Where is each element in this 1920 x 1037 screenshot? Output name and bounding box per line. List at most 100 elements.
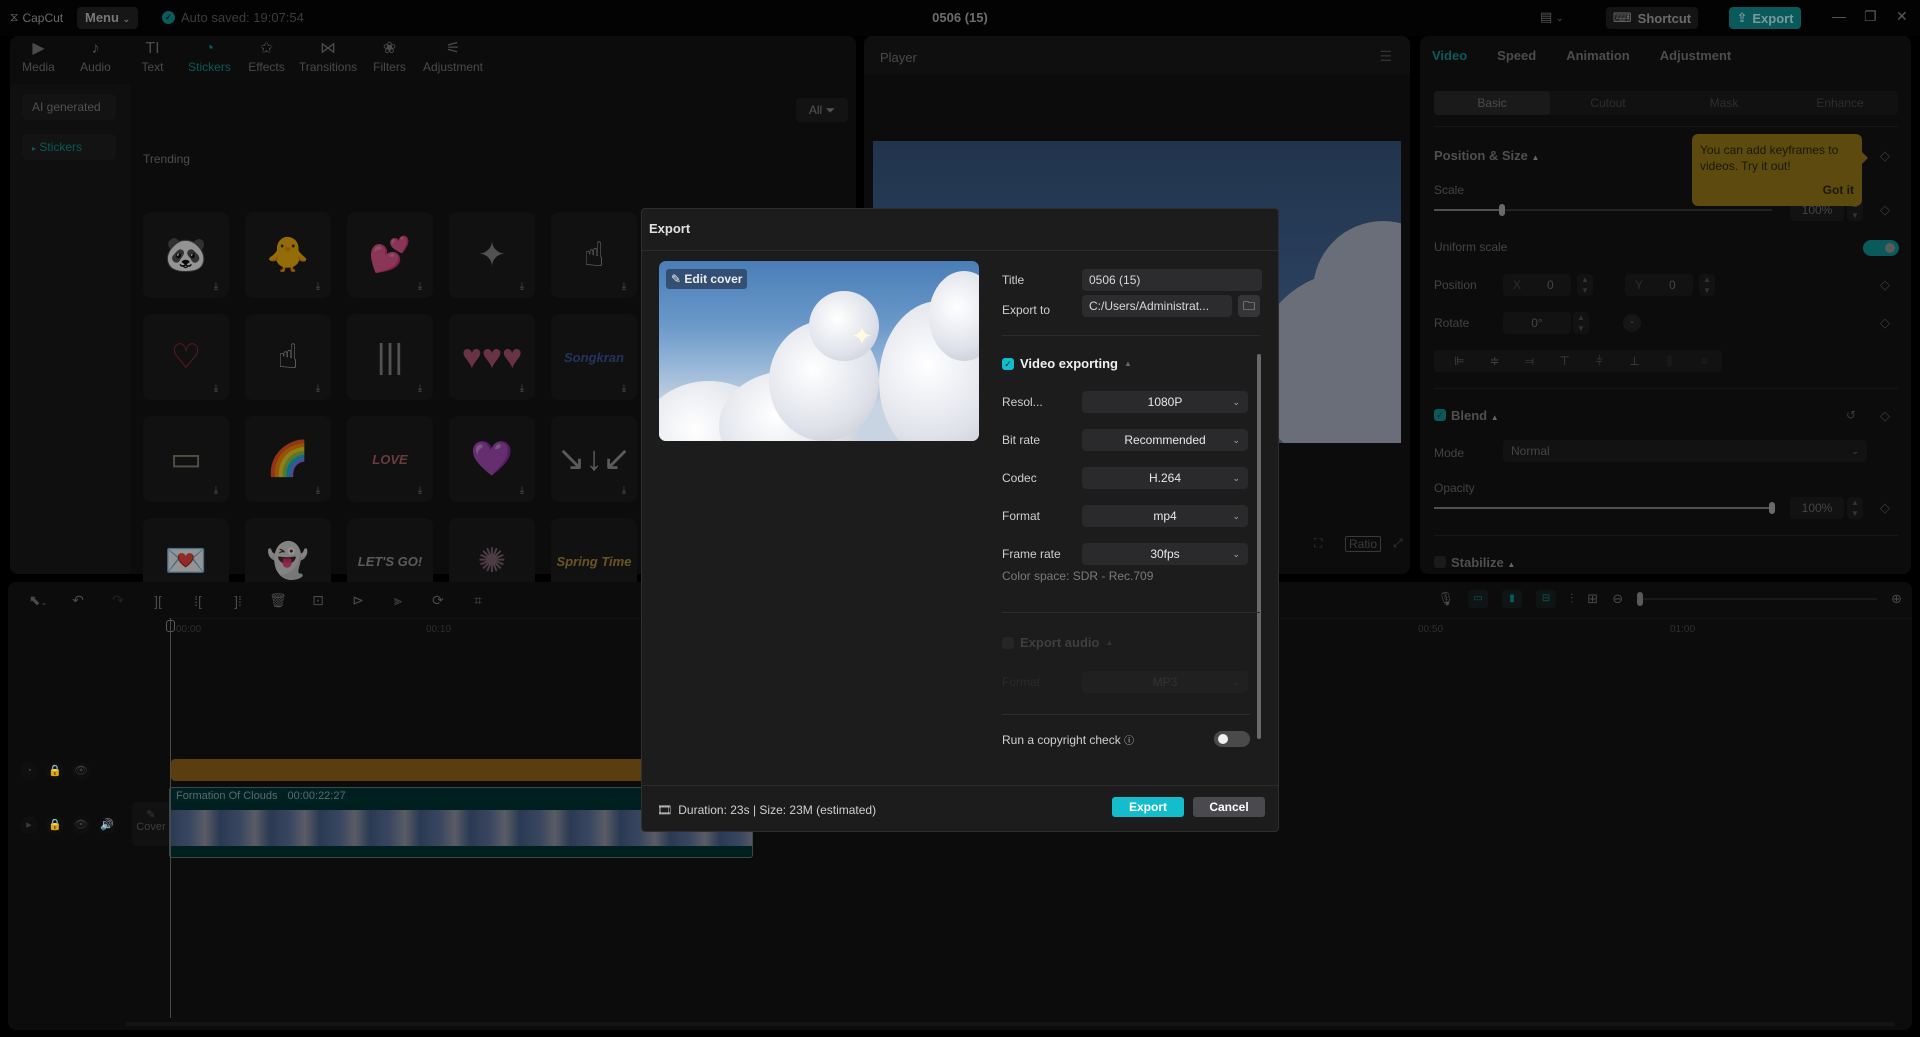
align-center-h-icon[interactable]: ≑ (1477, 354, 1512, 368)
timeline-zoom-handle[interactable] (1637, 592, 1644, 606)
audio-format-select[interactable]: MP3 ⌄ (1082, 671, 1248, 693)
format-select[interactable]: mp4 ⌄ (1082, 505, 1248, 527)
redo-icon[interactable]: ↷ (98, 592, 138, 609)
codec-select[interactable]: H.264 ⌄ (1082, 467, 1248, 489)
restore-icon[interactable]: ❐ (1864, 8, 1877, 25)
position-size-heading[interactable]: Position & Size ▲ (1434, 148, 1539, 163)
reset-icon[interactable]: ↺ (1846, 408, 1856, 422)
overlay-clip[interactable] (171, 759, 651, 781)
blend-heading[interactable]: Blend ▲ (1451, 408, 1499, 423)
hamburger-icon[interactable]: ☰ (1379, 48, 1392, 65)
sticker-floating-hearts[interactable]: 💕 ⤓ (347, 212, 433, 298)
align-bottom-icon[interactable]: ⊥ (1617, 354, 1652, 368)
split-left-icon[interactable]: ⁞[ (178, 593, 218, 609)
opacity-stepper[interactable]: ▲ ▼ (1847, 497, 1863, 519)
main-track-magnet-icon[interactable]: ▭ (1468, 590, 1489, 608)
zoom-in-icon[interactable]: ⊕ (1891, 591, 1902, 607)
keyframe-icon[interactable]: ◇ (1880, 408, 1890, 424)
freeze-icon[interactable]: ⊡ (298, 592, 338, 609)
minimize-icon[interactable]: — (1832, 8, 1846, 24)
split-icon[interactable]: ][ (138, 593, 178, 609)
linkage-icon[interactable]: ⊟ (1536, 590, 1557, 608)
rotate-icon[interactable]: ⟳ (418, 592, 458, 609)
subtab-mask[interactable]: Mask (1666, 91, 1782, 115)
undo-icon[interactable]: ↶ (58, 592, 98, 609)
download-icon[interactable]: ⤓ (617, 280, 631, 294)
layout-button[interactable]: ▤ ⌄ (1540, 9, 1563, 25)
export-path-input[interactable]: C:/Users/Administrat... (1082, 295, 1232, 317)
delete-icon[interactable]: 🗑 (258, 592, 298, 609)
sticker-love-hearts[interactable]: LOVE ⤓ (347, 416, 433, 502)
sticker-pointer-hand[interactable]: ☝ ⤓ (551, 212, 637, 298)
fullscreen-icon[interactable]: ⤢ (1393, 536, 1403, 551)
keyframe-icon[interactable]: ◇ (1880, 202, 1890, 218)
distribute-h-icon[interactable]: ⫼ (1652, 354, 1687, 369)
export-audio-checkbox[interactable] (1002, 636, 1014, 649)
download-icon[interactable]: ⤓ (311, 484, 325, 498)
download-icon[interactable]: ⤓ (209, 382, 223, 396)
help-icon[interactable]: ⓘ (1124, 736, 1134, 747)
subtab-enhance[interactable]: Enhance (1782, 91, 1898, 115)
video-exporting-section[interactable]: ✓ Video exporting ▲ (1002, 356, 1132, 371)
bitrate-select[interactable]: Recommended ⌄ (1082, 429, 1248, 451)
blend-checkbox[interactable]: ✓ (1434, 409, 1446, 421)
tab-effects[interactable]: ✩ Effects (238, 36, 295, 82)
mirror-icon[interactable]: ⫸ (378, 592, 418, 609)
subtab-basic[interactable]: Basic (1434, 91, 1550, 115)
timeline-horizontal-scrollbar[interactable] (125, 1022, 1895, 1026)
crop-icon[interactable]: ⌗ (458, 592, 498, 609)
zoom-out-icon[interactable]: ⊖ (1612, 591, 1623, 607)
zoom-fit-icon[interactable]: ⛶ (1314, 536, 1322, 551)
copyright-check-toggle[interactable] (1214, 731, 1250, 747)
keyframe-icon[interactable]: ◇ (1880, 500, 1890, 516)
download-icon[interactable]: ⤓ (311, 382, 325, 396)
eye-icon[interactable]: 👁 (72, 762, 90, 780)
download-icon[interactable]: ⤓ (413, 280, 427, 294)
tab-adjustment[interactable]: ⚟ Adjustment (418, 36, 488, 82)
sticker-sparkles[interactable]: ✦ ⤓ (449, 212, 535, 298)
video-exporting-checkbox[interactable]: ✓ (1002, 357, 1014, 370)
split-preview-icon[interactable]: ⫶ (1570, 591, 1573, 607)
audio-icon[interactable]: 🔊 (98, 816, 116, 834)
scale-slider-handle[interactable] (1498, 204, 1505, 216)
cover-preview[interactable]: ✦ ✎ Edit cover (659, 261, 979, 441)
rotate-input[interactable]: 0° (1503, 312, 1571, 334)
download-icon[interactable]: ⤓ (515, 280, 529, 294)
lock-icon[interactable]: 🔒 (46, 816, 64, 834)
position-x-stepper[interactable]: ▲ ▼ (1577, 274, 1593, 296)
tab-filters[interactable]: ❀ Filters (361, 36, 418, 82)
align-left-icon[interactable]: ⊫ (1442, 354, 1477, 368)
tab-animation[interactable]: Animation (1566, 48, 1630, 63)
playhead[interactable] (170, 618, 171, 1018)
auto-snap-icon[interactable]: ▮ (1502, 590, 1523, 608)
keyframe-icon[interactable]: ◇ (1880, 315, 1890, 331)
rotate-dial[interactable]: - (1623, 314, 1641, 332)
reverse-icon[interactable]: ⊳ (338, 592, 378, 609)
sticker-red-hearts[interactable]: ♡ ⤓ (143, 314, 229, 400)
cover-button[interactable]: ✎ Cover (132, 802, 170, 846)
cancel-button[interactable]: Cancel (1193, 797, 1265, 817)
download-icon[interactable]: ⤓ (515, 484, 529, 498)
sticker-tape[interactable]: ▭ ⤓ (143, 416, 229, 502)
sticker-arrow-heart[interactable]: 💜 ⤓ (449, 416, 535, 502)
dialog-scrollbar[interactable] (1257, 354, 1261, 739)
sticker-songkran[interactable]: Songkran ⤓ (551, 314, 637, 400)
select-cursor-icon[interactable]: ⬉⌄ (18, 592, 58, 609)
tab-stickers[interactable]: ◔ Stickers (181, 36, 238, 82)
export-button[interactable]: Export (1112, 797, 1184, 817)
filter-button[interactable]: All ⏷ (796, 98, 848, 122)
tab-media[interactable]: ▶ Media (10, 36, 67, 82)
tab-speed[interactable]: Speed (1497, 48, 1536, 63)
tab-adjustment[interactable]: Adjustment (1660, 48, 1732, 63)
ratio-button[interactable]: Ratio (1345, 536, 1382, 552)
opacity-input[interactable]: 100% (1790, 497, 1844, 519)
blend-mode-select[interactable]: Normal ⌄ (1503, 440, 1867, 462)
sticker-arrows[interactable]: ↘↓↙ ⤓ (551, 416, 637, 502)
timeline-zoom-slider[interactable] (1637, 592, 1878, 606)
subtab-cutout[interactable]: Cutout (1550, 91, 1666, 115)
stabilize-heading[interactable]: Stabilize ▲ (1451, 555, 1515, 570)
got-it-button[interactable]: Got it (1823, 182, 1854, 198)
align-top-icon[interactable]: ⊤ (1547, 354, 1582, 368)
split-right-icon[interactable]: ]⁞ (218, 593, 258, 609)
download-icon[interactable]: ⤓ (617, 382, 631, 396)
